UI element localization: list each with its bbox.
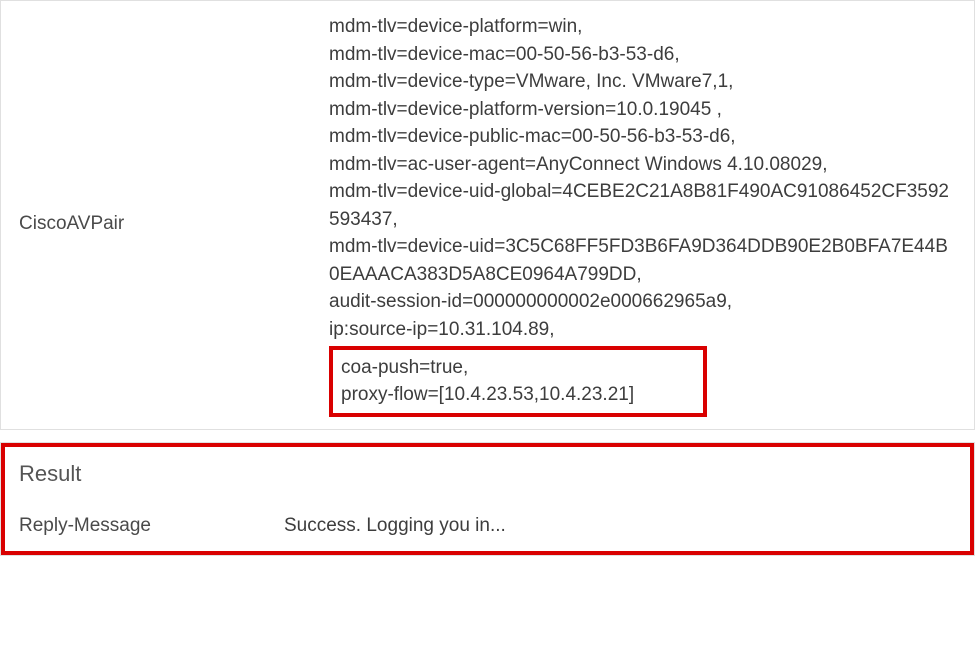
reply-message-value: Success. Logging you in... <box>284 515 506 537</box>
avpair-highlight-line: coa-push=true, <box>341 354 695 382</box>
avpair-highlight-line: proxy-flow=[10.4.23.53,10.4.23.21] <box>341 381 695 409</box>
avpair-line: audit-session-id=000000000002e000662965a… <box>329 288 956 316</box>
reply-message-label: Reply-Message <box>19 515 284 537</box>
avpair-line: mdm-tlv=device-public-mac=00-50-56-b3-53… <box>329 123 956 151</box>
avpair-panel: CiscoAVPair mdm-tlv=device-platform=win,… <box>0 0 975 430</box>
avpair-line: mdm-tlv=device-uid=3C5C68FF5FD3B6FA9D364… <box>329 233 956 288</box>
avpair-line: mdm-tlv=device-mac=00-50-56-b3-53-d6, <box>329 41 956 69</box>
main-container: CiscoAVPair mdm-tlv=device-platform=win,… <box>0 0 975 556</box>
avpair-line: mdm-tlv=device-platform-version=10.0.190… <box>329 96 956 124</box>
avpair-label: CiscoAVPair <box>19 13 329 235</box>
result-row: Reply-Message Success. Logging you in... <box>19 515 956 537</box>
result-highlight-box: Result Reply-Message Success. Logging yo… <box>1 443 974 555</box>
avpair-row: CiscoAVPair mdm-tlv=device-platform=win,… <box>19 13 956 417</box>
avpair-line: mdm-tlv=device-platform=win, <box>329 13 956 41</box>
avpair-line: mdm-tlv=ac-user-agent=AnyConnect Windows… <box>329 151 956 179</box>
avpair-highlight-box: coa-push=true, proxy-flow=[10.4.23.53,10… <box>329 346 707 417</box>
result-panel: Result Reply-Message Success. Logging yo… <box>0 442 975 556</box>
avpair-line: mdm-tlv=device-type=VMware, Inc. VMware7… <box>329 68 956 96</box>
avpair-value: mdm-tlv=device-platform=win, mdm-tlv=dev… <box>329 13 956 417</box>
avpair-line: mdm-tlv=device-uid-global=4CEBE2C21A8B81… <box>329 178 956 233</box>
avpair-line: ip:source-ip=10.31.104.89, <box>329 316 956 344</box>
result-heading: Result <box>19 461 956 487</box>
